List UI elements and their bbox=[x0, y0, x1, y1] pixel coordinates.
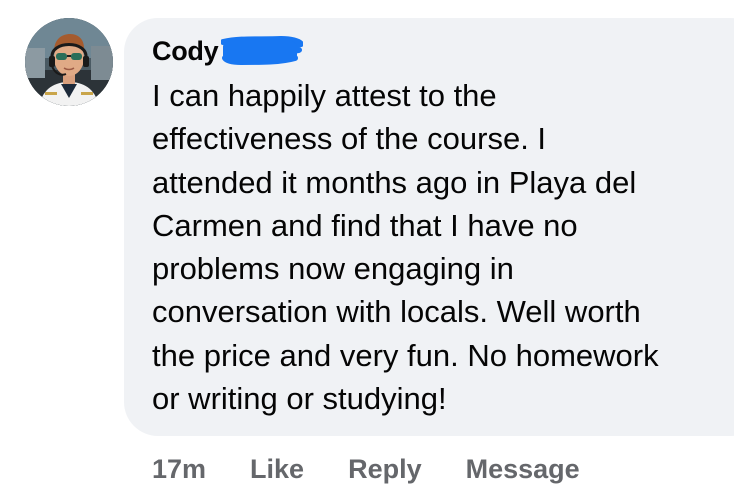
avatar[interactable] bbox=[25, 18, 113, 106]
message-button[interactable]: Message bbox=[466, 454, 580, 485]
author-name[interactable]: Cody bbox=[152, 36, 219, 67]
comment: Cody I can happily attest to the effecti… bbox=[0, 0, 734, 502]
like-button[interactable]: Like bbox=[250, 454, 304, 485]
profile-photo bbox=[25, 18, 113, 106]
comment-text: I can happily attest to the effectivenes… bbox=[152, 78, 659, 417]
timestamp[interactable]: 17m bbox=[152, 454, 206, 485]
reply-button[interactable]: Reply bbox=[348, 454, 422, 485]
comment-actions: 17m Like Reply Message bbox=[152, 452, 580, 486]
redaction-scribble bbox=[221, 36, 304, 65]
author-row: Cody bbox=[152, 33, 304, 69]
